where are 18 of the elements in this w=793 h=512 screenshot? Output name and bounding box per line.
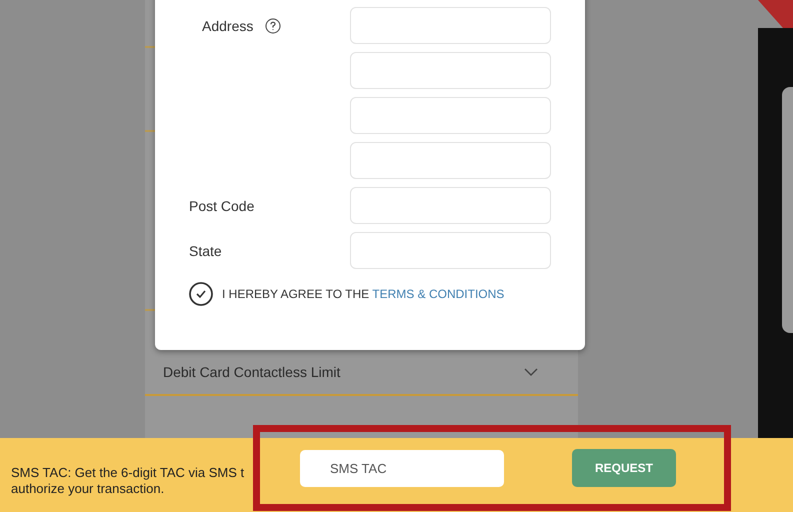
corner-stripe-drawing <box>758 0 793 28</box>
tac-input[interactable]: SMS TAC <box>300 450 504 486</box>
terms-link[interactable]: TERMS & CONDITIONS <box>372 287 504 301</box>
input-field[interactable] <box>350 142 551 179</box>
input-field[interactable] <box>350 232 551 269</box>
tac-instructions: SMS TAC: Get the 6-digit TAC via SMS t authorize your transaction. <box>11 465 244 497</box>
field-label: Post Code <box>189 198 254 214</box>
input-field[interactable] <box>350 52 551 89</box>
field-label: Address <box>202 18 254 34</box>
checkbox[interactable] <box>189 282 213 306</box>
request-button[interactable]: REQUEST <box>572 449 676 487</box>
help-icon[interactable] <box>265 18 282 34</box>
field-label: State <box>189 242 222 258</box>
input-field[interactable] <box>350 7 551 44</box>
agreement-text: I HEREBY AGREE TO THE TERMS & CONDITIONS <box>222 287 504 301</box>
input-field[interactable] <box>350 187 551 224</box>
input-field[interactable] <box>350 97 551 134</box>
section-title: Debit Card Contactless Limit <box>163 364 340 380</box>
